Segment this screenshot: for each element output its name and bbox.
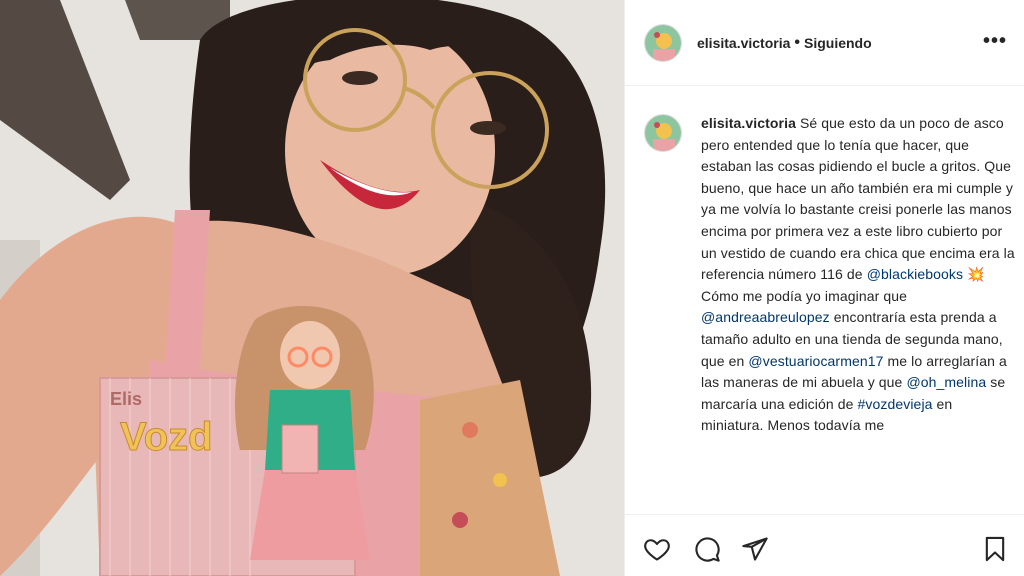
hashtag-link[interactable]: #vozdevieja bbox=[858, 396, 933, 412]
share-icon[interactable] bbox=[741, 535, 769, 563]
caption-text: elisita.victoria Sé que esto da un poco … bbox=[701, 113, 1017, 437]
heart-icon[interactable] bbox=[643, 535, 671, 563]
mention-link[interactable]: @oh_melina bbox=[906, 374, 986, 390]
caption-area: elisita.victoria Sé que esto da un poco … bbox=[625, 86, 1024, 514]
post-photo[interactable]: Elis Vozd bbox=[0, 0, 624, 576]
book-author-text: Elis bbox=[110, 389, 142, 409]
action-bar bbox=[625, 514, 1024, 576]
post-header: elisita.victoria • Siguiendo ••• bbox=[625, 0, 1024, 86]
mention-link[interactable]: @vestuariocarmen17 bbox=[748, 353, 883, 369]
mention-link[interactable]: @blackiebooks bbox=[867, 266, 963, 282]
header-separator: • bbox=[794, 33, 800, 51]
book-title-text: Vozd bbox=[120, 415, 213, 459]
selfie-image: Elis Vozd bbox=[0, 0, 624, 576]
collision-emoji: 💥 bbox=[963, 266, 985, 283]
post-details-panel: elisita.victoria • Siguiendo ••• elisita… bbox=[624, 0, 1024, 576]
bookmark-icon[interactable] bbox=[981, 535, 1009, 563]
follow-status-button[interactable]: Siguiendo bbox=[804, 35, 872, 51]
caption: elisita.victoria Sé que esto da un poco … bbox=[644, 114, 1017, 437]
header-username[interactable]: elisita.victoria bbox=[697, 35, 790, 51]
comment-icon[interactable] bbox=[693, 535, 721, 563]
avatar[interactable] bbox=[644, 23, 682, 62]
caption-segment: Cómo me podía yo imaginar que bbox=[701, 287, 908, 304]
caption-avatar[interactable] bbox=[644, 114, 682, 152]
caption-segment: Sé que esto da un poco de asco pero ente… bbox=[701, 115, 1015, 283]
more-options-icon[interactable]: ••• bbox=[983, 31, 1007, 51]
mention-link[interactable]: @andreaabreulopez bbox=[701, 309, 830, 325]
caption-username[interactable]: elisita.victoria bbox=[701, 115, 796, 131]
